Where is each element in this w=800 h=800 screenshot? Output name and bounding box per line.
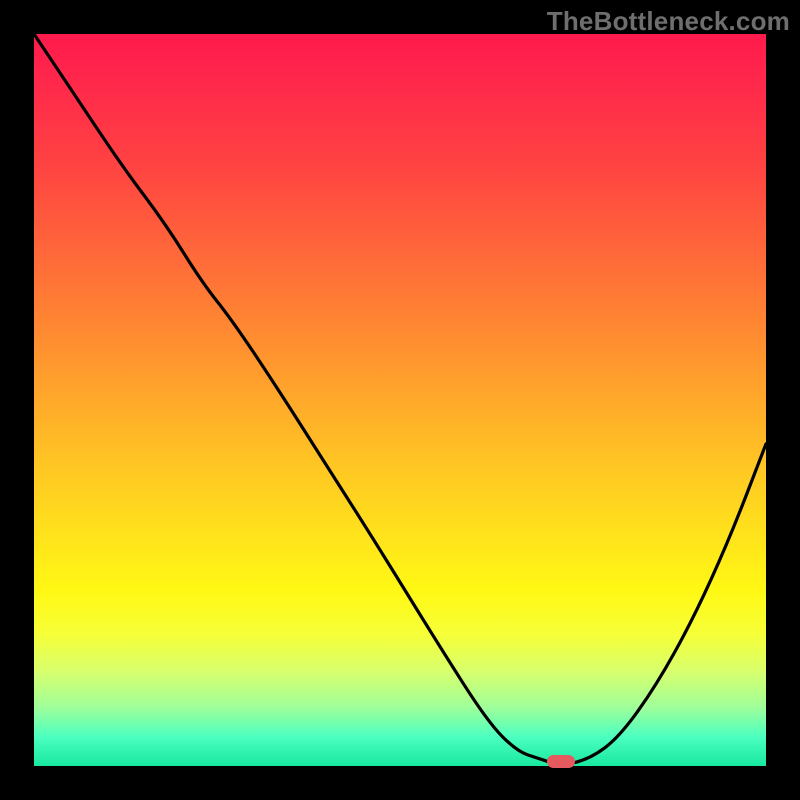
bottleneck-curve (34, 34, 766, 764)
chart-container: TheBottleneck.com (0, 0, 800, 800)
optimal-point-marker (547, 755, 575, 768)
curve-svg (34, 34, 766, 766)
plot-area (34, 34, 766, 766)
watermark-text: TheBottleneck.com (547, 6, 790, 37)
